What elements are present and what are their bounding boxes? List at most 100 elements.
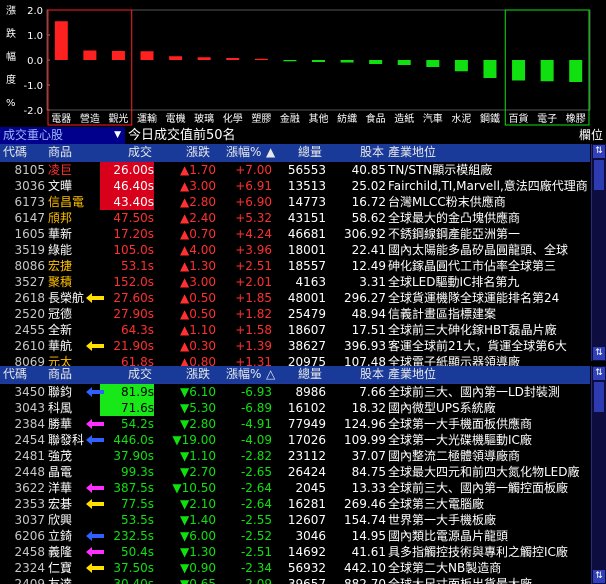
gainers-scrollbar[interactable]: ⇅ ⇅ bbox=[591, 144, 606, 361]
left-arrow-icon bbox=[86, 435, 104, 445]
table-row[interactable]: 1605 華新 17.20s ▲0.70 +4.24 46681 306.92 不銹鋼線鋼產能… bbox=[0, 226, 590, 242]
bar-觀光[interactable] bbox=[111, 51, 125, 60]
header-volume[interactable]: 總量 bbox=[298, 366, 322, 383]
table-row[interactable]: 6147 頎邦 47.50s ▲2.40 +5.32 43151 58.62 全球最大的金凸塊… bbox=[0, 210, 590, 226]
bar-運輸[interactable] bbox=[140, 51, 154, 60]
scroll-down-icon[interactable]: ⇅ bbox=[593, 347, 605, 360]
header-change[interactable]: 漲跌 bbox=[186, 366, 210, 383]
table-row[interactable]: 2455 全新 64.3s ▲1.10 +1.58 18607 17.51 全球前三大砷化鎵H… bbox=[0, 322, 590, 338]
bar-汽車[interactable] bbox=[426, 60, 440, 67]
header-industry[interactable]: 產業地位 bbox=[388, 366, 436, 383]
stock-name: 頎邦 bbox=[48, 211, 73, 225]
bar-百貨[interactable] bbox=[512, 60, 526, 81]
category-selector[interactable]: 成交重心股 ▼ bbox=[0, 127, 125, 144]
bar-鋼鐵[interactable] bbox=[483, 60, 497, 78]
header-volume[interactable]: 總量 bbox=[298, 144, 322, 161]
table-row[interactable]: 8105 凌巨 26.00s ▲1.70 +7.00 56553 40.85 TN/STN顯示… bbox=[0, 162, 590, 178]
scroll-up-icon[interactable]: ⇅ bbox=[593, 367, 605, 380]
header-name[interactable]: 商品 bbox=[48, 144, 72, 161]
bar-水泥[interactable] bbox=[454, 60, 468, 72]
table-row[interactable]: 2454 聯發科 446.0s ▼19.00 -4.09 17026 109.99 全球第一大… bbox=[0, 432, 590, 448]
header-price[interactable]: 成交 bbox=[128, 144, 152, 161]
header-pct[interactable]: 漲幅% bbox=[226, 366, 261, 383]
bar-其他[interactable] bbox=[312, 60, 325, 62]
scroll-thumb[interactable] bbox=[594, 382, 604, 412]
industry-position: 全球第二大NB製造商 bbox=[388, 561, 502, 575]
left-arrow-icon bbox=[86, 531, 104, 541]
header-pct[interactable]: 漲幅% bbox=[226, 144, 261, 161]
share-capital: 58.62 bbox=[351, 211, 386, 225]
total-volume: 14692 bbox=[287, 545, 326, 559]
share-capital: 18.32 bbox=[351, 401, 386, 415]
share-capital: 306.92 bbox=[344, 227, 386, 241]
bar-塑膠[interactable] bbox=[254, 58, 268, 60]
table-row[interactable]: 2353 宏碁 77.5s ▼2.10 -2.64 16281 269.46 全球第三大電腦廠 bbox=[0, 496, 590, 512]
last-price: 21.90s bbox=[113, 339, 154, 353]
header-industry[interactable]: 產業地位 bbox=[388, 144, 436, 161]
table-row[interactable]: 8086 宏捷 53.1s ▲1.30 +2.51 18557 12.49 砷化鎵晶圓代工市佔… bbox=[0, 258, 590, 274]
bar-造紙[interactable] bbox=[397, 60, 411, 65]
scroll-down-icon[interactable]: ⇅ bbox=[593, 570, 605, 583]
table-row[interactable]: 3043 科風 71.6s ▼5.30 -6.89 16102 18.32 國內微型UPS系統… bbox=[0, 400, 590, 416]
table-row[interactable]: 2520 冠德 27.90s ▲0.50 +1.82 25479 48.94 信義計畫區指標建… bbox=[0, 306, 590, 322]
stock-code: 8086 bbox=[14, 259, 45, 273]
table-row[interactable]: 3036 文曄 46.40s ▲3.00 +6.91 13513 25.02 Fairchil… bbox=[0, 178, 590, 194]
bar-橡膠[interactable] bbox=[569, 60, 583, 82]
stock-code: 2324 bbox=[14, 561, 45, 575]
percent-change: -2.82 bbox=[240, 449, 272, 463]
bar-電子[interactable] bbox=[540, 60, 554, 82]
share-capital: 17.51 bbox=[351, 323, 386, 337]
header-change[interactable]: 漲跌 bbox=[186, 144, 210, 161]
bar-營造[interactable] bbox=[83, 50, 97, 61]
category-label: 運輸 bbox=[137, 112, 157, 125]
bar-電器[interactable] bbox=[54, 21, 68, 60]
stock-name: 信昌電 bbox=[48, 195, 85, 209]
scroll-up-icon[interactable]: ⇅ bbox=[593, 145, 605, 158]
stock-code: 3036 bbox=[14, 179, 45, 193]
category-selector-label: 成交重心股 bbox=[3, 128, 64, 142]
header-price[interactable]: 成交 bbox=[128, 366, 152, 383]
bar-金融[interactable] bbox=[283, 60, 297, 62]
industry-position: 全球LED驅動IC排名第九 bbox=[388, 275, 520, 289]
bar-玻璃[interactable] bbox=[197, 57, 211, 60]
table-row[interactable]: 2448 晶電 99.3s ▼2.70 -2.65 26424 84.75 全球最大四元和前四… bbox=[0, 464, 590, 480]
header-capital[interactable]: 股本 bbox=[360, 366, 384, 383]
table-row[interactable]: 6173 信昌電 43.40s ▲2.80 +6.90 14773 16.72 台灣MLCC粉… bbox=[0, 194, 590, 210]
share-capital: 396.93 bbox=[344, 339, 386, 353]
price-change: ▲2.80 bbox=[180, 195, 216, 209]
stock-code: 2409 bbox=[14, 577, 45, 584]
header-code[interactable]: 代碼 bbox=[3, 366, 27, 383]
table-row[interactable]: 3527 聚積 152.0s ▲3.00 +2.01 4163 3.31 全球LED驅動IC排… bbox=[0, 274, 590, 290]
table-row[interactable]: 2610 華航 21.90s ▲0.30 +1.39 38627 396.93 客運全球前21… bbox=[0, 338, 590, 354]
columns-button[interactable]: 欄位 bbox=[579, 127, 603, 144]
table-row[interactable]: 3622 洋華 387.5s ▼10.50 -2.64 2045 13.33 全球前三大、國內… bbox=[0, 480, 590, 496]
table-row[interactable]: 2618 長榮航 27.60s ▲0.50 +1.85 48001 296.27 全球貨運機隊… bbox=[0, 290, 590, 306]
percent-change: +1.39 bbox=[235, 339, 272, 353]
table-row[interactable]: 3450 聯鈞 81.9s ▼6.10 -6.93 8986 7.66 全球前三大、國內第一L… bbox=[0, 384, 590, 400]
header-name[interactable]: 商品 bbox=[48, 366, 72, 383]
table-row[interactable]: 2458 義隆 50.4s ▼1.30 -2.51 14692 41.61 具多指觸控技術與專… bbox=[0, 544, 590, 560]
table-row[interactable]: 2481 強茂 37.90s ▼1.10 -2.82 23112 37.07 國內整流二極體領… bbox=[0, 448, 590, 464]
table-row[interactable]: 6206 立錡 232.5s ▼6.00 -2.52 3046 14.95 國內類比電源晶片龍… bbox=[0, 528, 590, 544]
header-capital[interactable]: 股本 bbox=[360, 144, 384, 161]
percent-change: -2.64 bbox=[240, 481, 272, 495]
table-row[interactable]: 2384 勝華 54.2s ▼2.80 -4.91 77949 124.96 全球第一大手機面… bbox=[0, 416, 590, 432]
percent-change: -6.89 bbox=[240, 401, 272, 415]
price-change: ▼10.50 bbox=[172, 481, 216, 495]
header-code[interactable]: 代碼 bbox=[3, 144, 27, 161]
industry-position: 全球前三大、國內第一LD封裝測 bbox=[388, 385, 560, 399]
table-row[interactable]: 3037 欣興 53.5s ▼1.40 -2.55 12607 154.74 世界第一大手機板… bbox=[0, 512, 590, 528]
bar-食品[interactable] bbox=[369, 60, 383, 64]
losers-scrollbar[interactable]: ⇅ ⇅ bbox=[591, 366, 606, 584]
table-row[interactable]: 2409 友達 30.40s ▼0.65 -2.09 39657 882.70 全球大尺寸面板… bbox=[0, 576, 590, 584]
table-row[interactable]: 2324 仁寶 37.50s ▼0.90 -2.34 56932 442.10 全球第二大NB… bbox=[0, 560, 590, 576]
bar-紡織[interactable] bbox=[340, 60, 354, 63]
stock-name: 科風 bbox=[48, 401, 73, 415]
total-volume: 12607 bbox=[287, 513, 326, 527]
bar-化學[interactable] bbox=[226, 58, 240, 60]
bar-電機[interactable] bbox=[169, 56, 183, 60]
table-row[interactable]: 3519 綠能 105.0s ▲4.00 +3.96 18001 22.41 國內太陽能多晶矽… bbox=[0, 242, 590, 258]
industry-position: 全球最大四元和前四大氮化物LED廠 bbox=[388, 465, 580, 479]
sort-indicator-icon: ▲ bbox=[266, 145, 276, 159]
scroll-thumb[interactable] bbox=[594, 160, 604, 190]
